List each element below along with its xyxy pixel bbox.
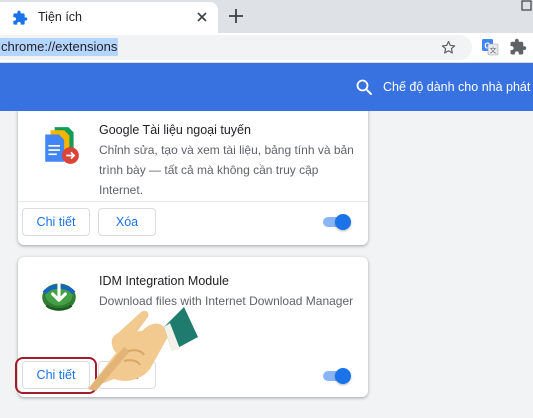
- search-icon[interactable]: [355, 78, 373, 96]
- address-bar[interactable]: chrome://extensions: [0, 35, 472, 60]
- new-tab-icon[interactable]: [226, 6, 246, 26]
- remove-button[interactable]: Xóa: [98, 208, 156, 236]
- toggle-knob: [335, 368, 351, 384]
- puzzle-icon: [13, 10, 28, 25]
- close-tab-icon[interactable]: [193, 8, 211, 26]
- restore-window-icon[interactable]: [518, 0, 533, 14]
- address-url[interactable]: chrome://extensions: [0, 38, 119, 56]
- developer-mode-label[interactable]: Chế độ dành cho nhà phát triể: [383, 80, 533, 94]
- tab-title: Tiện ích: [38, 10, 83, 24]
- browser-toolbar: chrome://extensions: [0, 33, 533, 63]
- details-button[interactable]: Chi tiết: [22, 208, 90, 236]
- svg-text:文: 文: [490, 46, 497, 55]
- extension-description: Chỉnh sửa, tạo và xem tài liệu, bảng tín…: [99, 143, 354, 197]
- extensions-list: Google Tài liệu ngoại tuyến Chỉnh sửa, t…: [0, 111, 533, 418]
- google-docs-offline-icon: [45, 127, 79, 164]
- enable-toggle[interactable]: [321, 368, 351, 384]
- bookmark-star-icon[interactable]: [440, 39, 457, 56]
- idm-icon: [42, 281, 76, 311]
- extension-name: IDM Integration Module: [99, 274, 229, 288]
- translate-icon[interactable]: G 文: [481, 38, 499, 56]
- enable-toggle[interactable]: [321, 214, 351, 230]
- pointing-hand-icon: [88, 307, 198, 391]
- toggle-knob: [335, 214, 351, 230]
- tab-extensions[interactable]: Tiện ích: [0, 2, 218, 33]
- extensions-header: Chế độ dành cho nhà phát triể: [0, 63, 533, 111]
- extension-card-docs-offline: Google Tài liệu ngoại tuyến Chỉnh sửa, t…: [18, 111, 368, 245]
- card-divider: [18, 201, 368, 202]
- tab-strip: Tiện ích: [0, 0, 533, 33]
- extension-name: Google Tài liệu ngoại tuyến: [99, 123, 251, 137]
- extensions-menu-icon[interactable]: [509, 38, 527, 56]
